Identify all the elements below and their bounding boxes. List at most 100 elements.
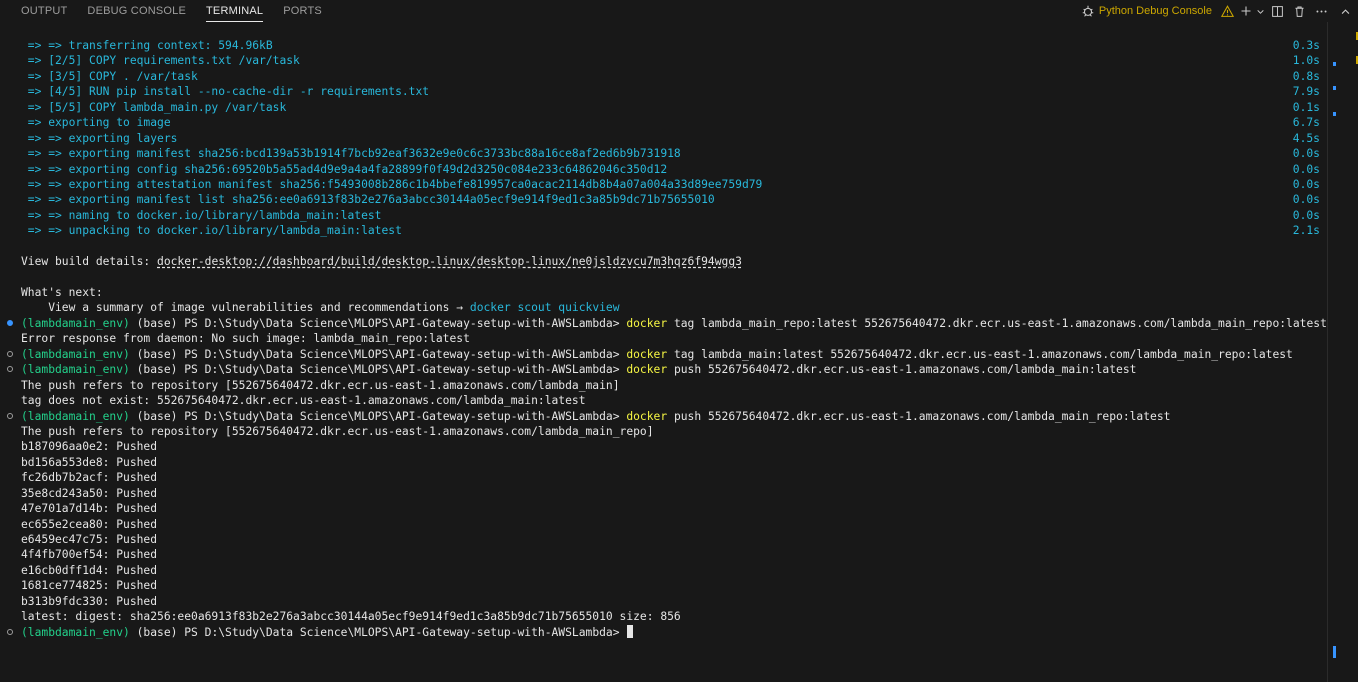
- command-name: docker: [626, 409, 668, 423]
- build-step-line: => [5/5] COPY lambda_main.py /var/task 0.…: [0, 100, 1328, 115]
- tab-output[interactable]: OUTPUT: [0, 0, 77, 22]
- build-step-time: 7.9s: [1292, 85, 1320, 99]
- output-line: ec655e2cea80: Pushed: [0, 517, 1328, 532]
- more-icon[interactable]: [1310, 0, 1332, 22]
- chevron-down-icon[interactable]: [1254, 0, 1266, 22]
- output-text: b187096aa0e2: Pushed: [21, 440, 158, 454]
- build-step-time: 0.0s: [1292, 147, 1320, 161]
- build-step-time: 0.0s: [1292, 177, 1320, 191]
- build-step-time: 0.8s: [1292, 69, 1320, 83]
- tab-ports[interactable]: PORTS: [273, 0, 332, 22]
- whats-next-text: View a summary of image vulnerabilities …: [21, 301, 470, 315]
- command-decoration-icon[interactable]: [7, 350, 13, 357]
- prompt-path: (base) PS D:\Study\Data Science\MLOPS\AP…: [129, 625, 627, 639]
- command-decoration-icon[interactable]: [7, 412, 13, 419]
- prompt-line: (lambdamain_env) (base) PS D:\Study\Data…: [0, 316, 1328, 331]
- prompt-path: (base) PS D:\Study\Data Science\MLOPS\AP…: [129, 409, 627, 423]
- build-step-line: => => exporting layers 4.5s: [0, 131, 1328, 146]
- scroll-marker: [1333, 62, 1336, 66]
- prompt-env: (lambdamain_env): [21, 363, 130, 377]
- warning-icon[interactable]: [1216, 0, 1238, 22]
- command-args: tag lambda_main:latest 552675640472.dkr.…: [667, 347, 1293, 361]
- prompt-line: (lambdamain_env) (base) PS D:\Study\Data…: [0, 624, 1328, 640]
- build-step-line: => exporting to image 6.7s: [0, 115, 1328, 130]
- build-details-line: View build details: docker-desktop://das…: [0, 254, 1328, 269]
- output-line: The push refers to repository [552675640…: [0, 424, 1328, 439]
- output-line: Error response from daemon: No such imag…: [0, 331, 1328, 346]
- output-text: fc26db7b2acf: Pushed: [21, 471, 158, 485]
- terminal-name[interactable]: Python Debug Console: [1099, 5, 1212, 17]
- terminal-output[interactable]: => => transferring context: 594.96kB 0.3s…: [0, 38, 1328, 640]
- build-step-line: => => exporting manifest list sha256:ee0…: [0, 192, 1328, 207]
- command-args: tag lambda_main_repo:latest 552675640472…: [667, 316, 1327, 330]
- tab-terminal[interactable]: TERMINAL: [196, 0, 273, 22]
- build-step-line: => => exporting manifest sha256:bcd139a5…: [0, 146, 1328, 161]
- build-step-line: => => naming to docker.io/library/lambda…: [0, 208, 1328, 223]
- whats-next-hint-line: View a summary of image vulnerabilities …: [0, 300, 1328, 315]
- build-step-time: 0.0s: [1292, 208, 1320, 222]
- debug-icon[interactable]: [1077, 0, 1099, 22]
- build-step-time: 1.0s: [1292, 54, 1320, 68]
- trash-icon[interactable]: [1288, 0, 1310, 22]
- build-step-text: => => exporting manifest sha256:bcd139a5…: [21, 147, 681, 161]
- command-name: docker: [626, 316, 668, 330]
- output-line: The push refers to repository [552675640…: [0, 378, 1328, 393]
- output-line: tag does not exist: 552675640472.dkr.ecr…: [0, 393, 1328, 408]
- output-text: bd156a553de8: Pushed: [21, 455, 158, 469]
- scout-command: docker scout quickview: [469, 301, 620, 315]
- build-step-line: => [2/5] COPY requirements.txt /var/task…: [0, 53, 1328, 68]
- output-text: b313b9fdc330: Pushed: [21, 594, 158, 608]
- command-decoration-icon[interactable]: [7, 366, 13, 373]
- output-line: latest: digest: sha256:ee0a6913f83b2e276…: [0, 609, 1328, 624]
- output-line: 4f4fb700ef54: Pushed: [0, 547, 1328, 562]
- new-terminal-icon[interactable]: [1238, 0, 1254, 22]
- command-decoration-icon[interactable]: [7, 319, 13, 326]
- terminal-cursor: [627, 624, 634, 638]
- build-step-time: 6.7s: [1292, 116, 1320, 130]
- output-line: b187096aa0e2: Pushed: [0, 439, 1328, 454]
- build-step-line: => => unpacking to docker.io/library/lam…: [0, 223, 1328, 238]
- build-step-line: => => exporting attestation manifest sha…: [0, 177, 1328, 192]
- build-step-text: => [5/5] COPY lambda_main.py /var/task: [21, 100, 287, 114]
- output-line: 47e701a7d14b: Pushed: [0, 501, 1328, 516]
- split-terminal-icon[interactable]: [1266, 0, 1288, 22]
- build-step-time: 2.1s: [1292, 224, 1320, 238]
- build-step-line: => => transferring context: 594.96kB 0.3s: [0, 38, 1328, 53]
- output-text: 35e8cd243a50: Pushed: [21, 486, 158, 500]
- build-details-link[interactable]: docker-desktop://dashboard/build/desktop…: [157, 255, 742, 268]
- command-name: docker: [626, 347, 668, 361]
- output-line: b313b9fdc330: Pushed: [0, 594, 1328, 609]
- output-line: bd156a553de8: Pushed: [0, 455, 1328, 470]
- maximize-panel-icon[interactable]: [1332, 0, 1358, 22]
- prompt-line: (lambdamain_env) (base) PS D:\Study\Data…: [0, 362, 1328, 377]
- output-text: The push refers to repository [552675640…: [21, 424, 654, 438]
- build-step-line: => [3/5] COPY . /var/task 0.8s: [0, 69, 1328, 84]
- prompt-env: (lambdamain_env): [21, 316, 130, 330]
- output-text: The push refers to repository [552675640…: [21, 378, 620, 392]
- build-step-time: 4.5s: [1292, 131, 1320, 145]
- build-step-text: => => transferring context: 594.96kB: [21, 39, 273, 52]
- output-text: e16cb0dff1d4: Pushed: [21, 563, 158, 577]
- prompt-path: (base) PS D:\Study\Data Science\MLOPS\AP…: [129, 347, 627, 361]
- build-step-text: => [2/5] COPY requirements.txt /var/task: [21, 54, 300, 68]
- build-step-text: => => unpacking to docker.io/library/lam…: [21, 224, 402, 238]
- build-step-text: => => exporting layers: [21, 131, 178, 145]
- output-text: latest: digest: sha256:ee0a6913f83b2e276…: [21, 610, 681, 624]
- prompt-line: (lambdamain_env) (base) PS D:\Study\Data…: [0, 347, 1328, 362]
- build-step-line: => => exporting config sha256:69520b5a55…: [0, 162, 1328, 177]
- command-decoration-icon[interactable]: [7, 628, 13, 635]
- whats-next-title: What's next:: [21, 286, 103, 299]
- tab-debug-console[interactable]: DEBUG CONSOLE: [77, 0, 196, 22]
- build-step-text: => exporting to image: [21, 116, 171, 130]
- build-step-line: => [4/5] RUN pip install --no-cache-dir …: [0, 84, 1328, 99]
- output-line: 35e8cd243a50: Pushed: [0, 486, 1328, 501]
- panel-actions: Python Debug Console: [1077, 0, 1358, 22]
- build-step-text: => [3/5] COPY . /var/task: [21, 69, 198, 83]
- output-text: e6459ec47c75: Pushed: [21, 533, 158, 546]
- command-name: docker: [626, 363, 668, 377]
- prompt-line: (lambdamain_env) (base) PS D:\Study\Data…: [0, 409, 1328, 424]
- scroll-marker: [1333, 86, 1336, 90]
- build-details-label: View build details:: [21, 255, 158, 269]
